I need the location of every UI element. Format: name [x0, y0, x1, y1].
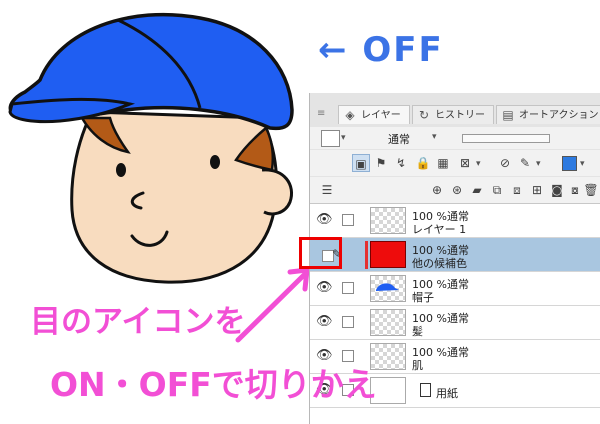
pink-annotation-line1: 目のアイコンを — [30, 304, 246, 340]
combine-icon[interactable]: ⊞ — [528, 181, 546, 199]
selection-marker — [365, 241, 368, 269]
mask-icon[interactable]: ⊠ — [456, 154, 474, 172]
layer-row-cap[interactable]: 👁 100 %通常 帽子 — [310, 272, 600, 306]
right-eye — [210, 155, 220, 169]
ear — [261, 168, 293, 216]
layer-name: 肌 — [412, 359, 423, 372]
blend-mode-select[interactable]: 通常 — [388, 131, 410, 147]
tab-layer[interactable]: ◈ レイヤー — [338, 105, 410, 124]
layer-thumbnail — [370, 207, 406, 234]
eye-icon[interactable]: 👁 — [316, 281, 333, 295]
chevron-down-icon[interactable]: ▾ — [536, 159, 541, 169]
layer-thumbnail — [370, 241, 406, 268]
merge-down-icon[interactable]: ⧈ — [508, 181, 526, 199]
chevron-down-icon[interactable]: ▾ — [341, 133, 346, 143]
chevron-down-icon[interactable]: ▾ — [476, 159, 481, 169]
history-icon: ↻ — [418, 108, 430, 122]
opacity-slider[interactable] — [462, 134, 550, 143]
layer-name: 髪 — [412, 325, 423, 338]
layers-icon: ◈ — [345, 108, 355, 122]
tab-auto-action-label: オートアクション — [519, 110, 599, 121]
clip-icon[interactable]: ↯ — [392, 154, 410, 172]
new-raster-layer-icon[interactable]: ⊕ — [428, 181, 446, 199]
off-annotation: ← OFF — [318, 30, 444, 70]
lock-checkbox[interactable] — [342, 282, 354, 294]
tab-history[interactable]: ↻ ヒストリー — [412, 105, 494, 124]
tab-layer-label: レイヤー — [361, 110, 401, 121]
lock-alpha-icon[interactable]: ▦ — [434, 154, 452, 172]
lock-icon[interactable]: 🔒 — [414, 154, 432, 172]
reference-layer-icon[interactable]: ▣ — [352, 154, 370, 172]
layer-row-candidate-color[interactable]: ✎ 100 %通常 他の候補色 — [310, 238, 600, 272]
layer-mask-icon[interactable]: ◙ — [548, 181, 566, 199]
tab-history-label: ヒストリー — [435, 110, 485, 121]
paper-icon — [420, 383, 431, 397]
lock-checkbox[interactable] — [342, 214, 354, 226]
layer-action-toolbar: ☰ ⊕ ⊛ ▰ ⧉ ⧈ ⊞ ◙ ⧇ 🗑 — [310, 177, 600, 204]
layer-name: 用紙 — [436, 387, 458, 400]
lighthouse-icon[interactable]: ⚑ — [372, 154, 390, 172]
pink-annotation-line2: ON・OFFで切りかえ — [50, 365, 377, 404]
panel-tabs: ≡ ◈ レイヤー ↻ ヒストリー ▤ オートアクション — [310, 105, 600, 124]
edit-icon[interactable]: ⊘ — [496, 154, 514, 172]
layer-thumbnail — [370, 309, 406, 336]
chevron-down-icon[interactable]: ▾ — [580, 159, 585, 169]
transfer-down-icon[interactable]: ⧉ — [488, 181, 506, 199]
chevron-down-icon[interactable]: ▾ — [432, 132, 437, 142]
layer-row-hair[interactable]: 👁 100 %通常 髪 — [310, 306, 600, 340]
auto-action-icon: ▤ — [502, 108, 514, 122]
pink-arrow-line — [235, 272, 307, 343]
layer-thumbnail — [370, 275, 406, 302]
blend-row: ▾ 通常 ▾ — [310, 127, 600, 149]
left-eye — [116, 163, 126, 177]
eye-icon[interactable]: 👁 — [316, 315, 333, 329]
layer-color-swatch[interactable] — [321, 130, 340, 147]
panel-grip-icon[interactable]: ≡ — [317, 108, 327, 120]
layer-name: 帽子 — [412, 291, 434, 304]
ruler-icon[interactable]: ✎ — [516, 154, 534, 172]
layer-name: レイヤー 1 — [412, 223, 467, 236]
layer-panel-menu-icon[interactable]: ☰ — [318, 181, 336, 199]
tab-auto-action[interactable]: ▤ オートアクション — [496, 105, 600, 124]
new-folder-icon[interactable]: ▰ — [468, 181, 486, 199]
eye-icon[interactable]: 👁 — [316, 213, 333, 227]
trash-icon[interactable]: 🗑 — [582, 181, 600, 199]
layer-color-chip[interactable] — [562, 156, 577, 171]
eye-toggle-highlight — [299, 237, 342, 269]
layer-property-toolbar: ▣ ⚑ ↯ 🔒 ▦ ⊠ ▾ ⊘ ✎ ▾ ▾ — [310, 150, 600, 176]
new-vector-layer-icon[interactable]: ⊛ — [448, 181, 466, 199]
layer-row-layer1[interactable]: 👁 100 %通常 レイヤー 1 — [310, 204, 600, 238]
lock-checkbox[interactable] — [342, 316, 354, 328]
layer-name: 他の候補色 — [412, 257, 467, 270]
